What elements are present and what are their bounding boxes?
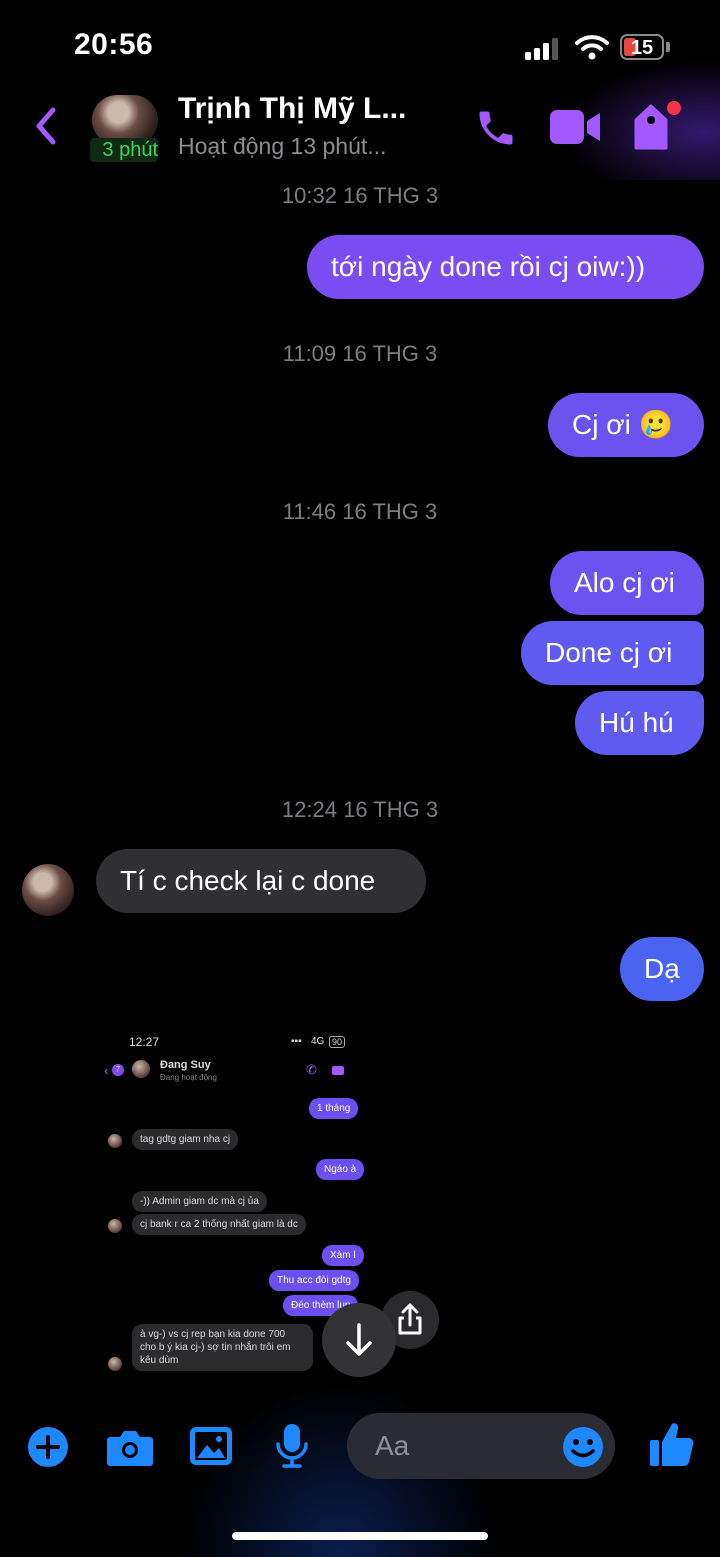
shot-outgoing-message: Ngáo à: [316, 1159, 365, 1180]
shot-message-line: cho b ý kia cj-) sợ tin nhắn trôi em: [140, 1342, 291, 1353]
shot-avatar: [108, 1357, 122, 1371]
shot-avatar: [108, 1134, 122, 1148]
arrow-down-icon: [346, 1323, 372, 1356]
shot-contact-avatar: [132, 1060, 150, 1078]
message-input-placeholder: Aa: [375, 1430, 410, 1461]
shot-video-icon: [332, 1066, 344, 1075]
gallery-icon[interactable]: [189, 1426, 233, 1466]
shot-outgoing-message: Thu acc đòi gdtg: [269, 1270, 359, 1291]
shot-phone-icon: ✆: [306, 1062, 317, 1077]
shot-signal-icon: ▪▪▪: [291, 1036, 302, 1047]
shot-time: 12:27: [129, 1035, 160, 1049]
battery-tip: [666, 42, 670, 52]
signal-icon: [525, 38, 558, 60]
home-indicator[interactable]: [232, 1532, 488, 1540]
microphone-icon[interactable]: [274, 1422, 310, 1470]
back-chevron-icon[interactable]: [34, 106, 58, 146]
shot-back-count: 7: [112, 1064, 124, 1076]
shot-incoming-multiline-message: à vg-) vs cj rep bạn kia done 700 cho b …: [132, 1324, 313, 1371]
thumbs-up-icon[interactable]: [648, 1420, 694, 1468]
outgoing-message[interactable]: Dạ: [620, 937, 704, 1001]
shot-incoming-message: tag gdtg giam nha cj: [132, 1129, 239, 1150]
battery-level: 15: [630, 37, 654, 59]
battery-icon: 15: [620, 34, 664, 60]
plus-icon[interactable]: [27, 1426, 69, 1468]
shot-message-line: à vg-) vs cj rep bạn kia done 700: [140, 1329, 286, 1340]
active-time-badge: 3 phút: [90, 138, 158, 162]
video-call-icon[interactable]: [550, 108, 602, 146]
shot-incoming-message: -)) Admin giam dc mà cj ủa: [132, 1191, 267, 1212]
contact-activity-status: Hoạt động 13 phút...: [178, 133, 387, 159]
emoji-icon[interactable]: [561, 1425, 605, 1469]
camera-icon[interactable]: [106, 1426, 154, 1468]
wifi-icon: [575, 35, 609, 60]
status-time: 20:56: [74, 28, 154, 61]
message-timestamp: 11:46 16 THG 3: [282, 499, 438, 524]
shot-outgoing-message: Xàm l: [322, 1245, 364, 1266]
shot-avatar: [108, 1219, 122, 1233]
shot-back-icon: ‹: [104, 1063, 109, 1078]
outgoing-message[interactable]: tới ngày done rồi cj oiw:)): [307, 235, 704, 299]
shot-network: 4G: [311, 1036, 325, 1047]
outgoing-message[interactable]: Cj ơi 🥲: [548, 393, 704, 457]
shot-message-line: kêu dùm: [140, 1355, 179, 1366]
shot-incoming-message: cj bank r ca 2 thống nhất giam là dc: [132, 1214, 306, 1235]
phone-call-icon[interactable]: [474, 106, 518, 150]
sender-avatar: [22, 864, 74, 916]
incoming-message[interactable]: Tí c check lại c done: [96, 849, 426, 913]
shot-contact-name: Đang Suy: [160, 1059, 211, 1071]
outgoing-message[interactable]: Done cj ơi: [521, 621, 704, 685]
shot-outgoing-message: 1 tháng: [309, 1098, 359, 1119]
scroll-to-bottom-button[interactable]: [322, 1303, 396, 1377]
message-timestamp: 12:24 16 THG 3: [281, 797, 439, 822]
outgoing-message[interactable]: Hú hú: [575, 691, 704, 755]
outgoing-message[interactable]: Alo cj ơi: [550, 551, 704, 615]
message-timestamp: 10:32 16 THG 3: [281, 183, 439, 208]
contact-name[interactable]: Trịnh Thị Mỹ L...: [178, 92, 406, 126]
message-timestamp: 11:09 16 THG 3: [282, 341, 438, 366]
tag-icon[interactable]: [632, 98, 684, 152]
shot-battery: 90: [329, 1036, 346, 1048]
shot-contact-status: Đang hoạt động: [160, 1073, 217, 1082]
